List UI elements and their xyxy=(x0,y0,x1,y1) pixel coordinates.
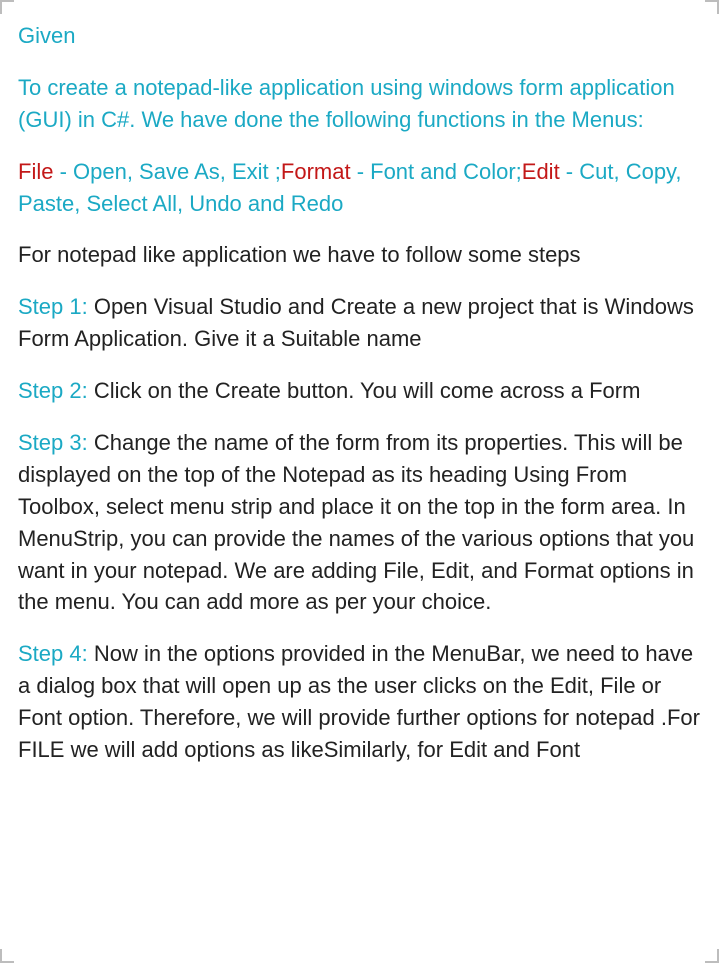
step-4-text: Now in the options provided in the MenuB… xyxy=(18,641,700,762)
crop-corner-bottom-left xyxy=(0,949,14,963)
step-1-text: Open Visual Studio and Create a new proj… xyxy=(18,294,694,351)
step-2: Step 2: Click on the Create button. You … xyxy=(18,375,701,407)
format-label: Format xyxy=(281,159,351,184)
crop-corner-bottom-right xyxy=(705,949,719,963)
crop-corner-top-left xyxy=(0,0,14,14)
step-3: Step 3: Change the name of the form from… xyxy=(18,427,701,618)
intro-paragraph: To create a notepad-like application usi… xyxy=(18,72,701,136)
menus-paragraph: File - Open, Save As, Exit ;Format - Fon… xyxy=(18,156,701,220)
step-2-label: Step 2: xyxy=(18,378,88,403)
format-items: - Font and Color; xyxy=(351,159,522,184)
heading-given: Given xyxy=(18,20,701,52)
step-4: Step 4: Now in the options provided in t… xyxy=(18,638,701,766)
crop-corner-top-right xyxy=(705,0,719,14)
step-3-text: Change the name of the form from its pro… xyxy=(18,430,694,614)
file-items: - Open, Save As, Exit ; xyxy=(53,159,280,184)
step-1: Step 1: Open Visual Studio and Create a … xyxy=(18,291,701,355)
step-3-label: Step 3: xyxy=(18,430,88,455)
step-4-label: Step 4: xyxy=(18,641,88,666)
file-label: File xyxy=(18,159,53,184)
step-1-label: Step 1: xyxy=(18,294,88,319)
follow-paragraph: For notepad like application we have to … xyxy=(18,239,701,271)
edit-label: Edit xyxy=(522,159,560,184)
step-2-text: Click on the Create button. You will com… xyxy=(88,378,641,403)
